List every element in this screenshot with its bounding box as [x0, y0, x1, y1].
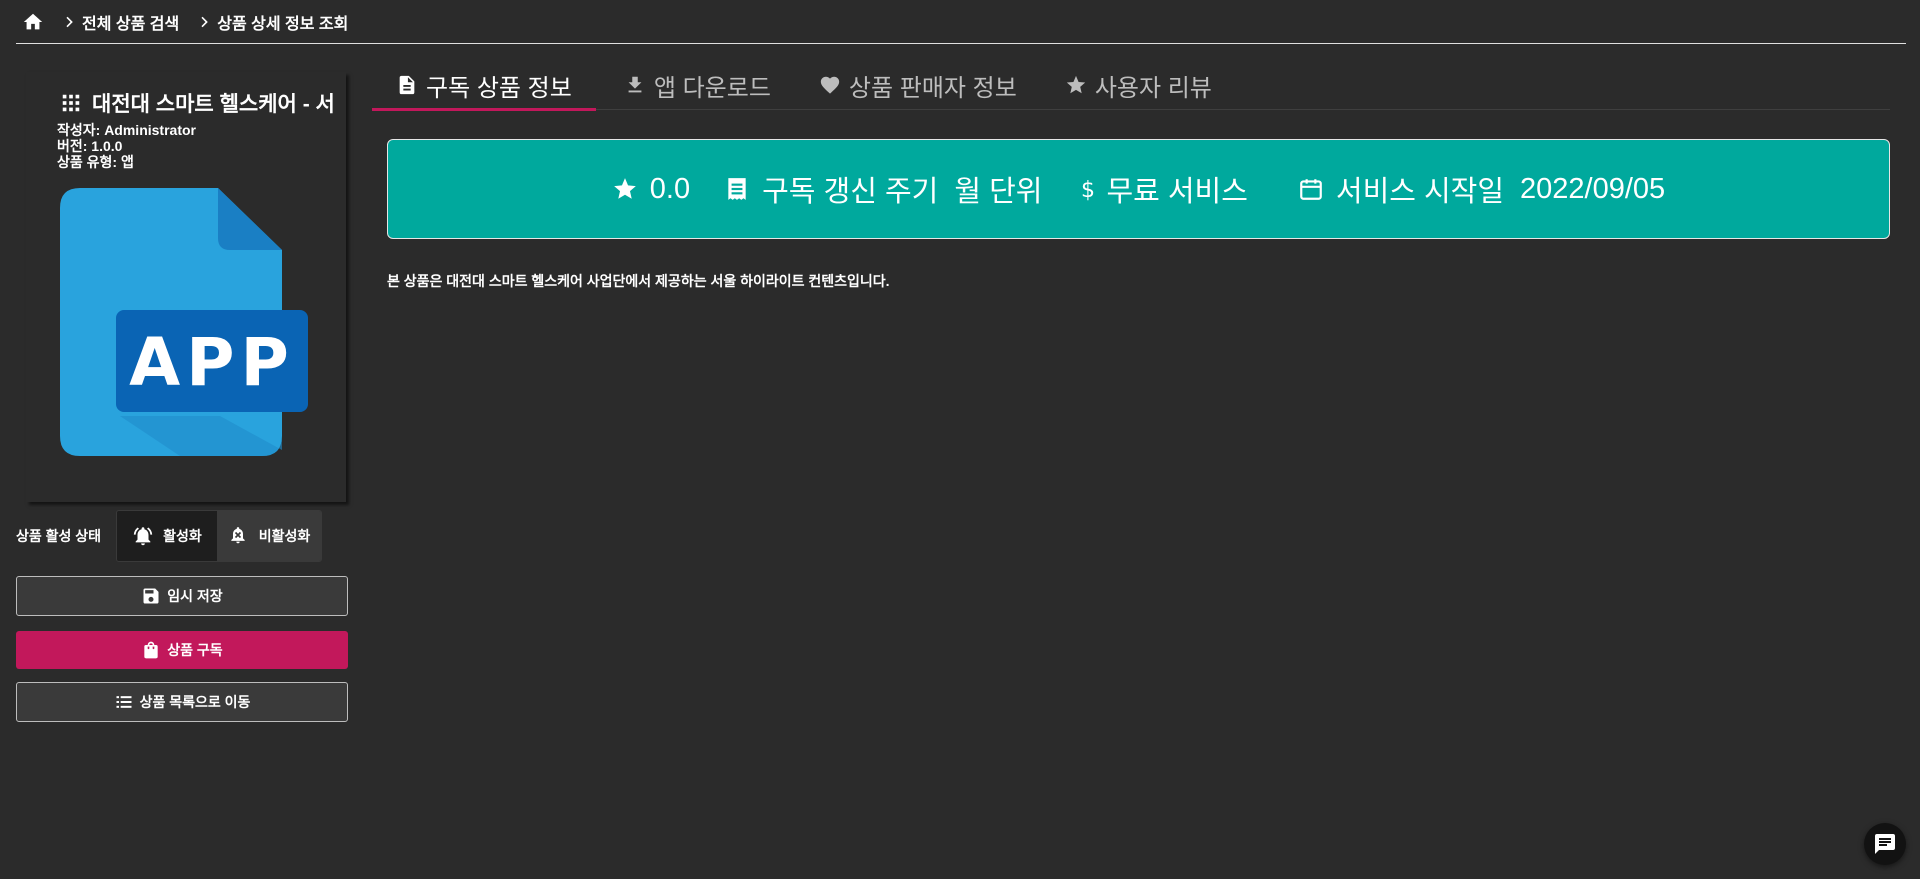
subscription-summary-banner: 0.0 구독 갱신 주기 월 단위 $ 무료 서비스 서비스 시작일 2022/…	[387, 139, 1890, 239]
download-icon	[624, 74, 646, 96]
start-date-label: 서비스 시작일	[1335, 176, 1505, 208]
app-illustration-text: APP	[129, 324, 295, 401]
bell-ringing-icon	[132, 525, 154, 547]
product-title-row: 대전대 스마트 헬스케어 - 서	[60, 88, 340, 118]
rating-summary: 0.0	[612, 173, 690, 206]
product-tabs: 구독 상품 정보 앱 다운로드 상품 판매자 정보 사용자 리뷰	[372, 60, 1890, 111]
tab-seller-info[interactable]: 상품 판매자 정보	[795, 60, 1041, 110]
app-file-illustration: APP	[60, 188, 336, 470]
status-label: 상품 활성 상태	[16, 528, 102, 544]
document-icon	[396, 74, 418, 96]
chat-icon	[1873, 832, 1897, 856]
subscribe-button[interactable]: 상품 구독	[16, 631, 348, 669]
breadcrumb: 전체 상품 검색 상품 상세 정보 조회	[16, 0, 1906, 44]
tab-user-reviews-label: 사용자 리뷰	[1094, 74, 1212, 102]
rating-value: 0.0	[649, 172, 691, 205]
product-card: 대전대 스마트 헬스케어 - 서 작성자: Administrator 버전: …	[26, 72, 346, 502]
renewal-summary: 구독 갱신 주기 월 단위	[724, 168, 1042, 210]
go-to-list-button[interactable]: 상품 목록으로 이동	[16, 682, 348, 722]
go-to-list-label: 상품 목록으로 이동	[139, 694, 251, 710]
start-date-summary: 서비스 시작일 2022/09/05	[1298, 168, 1665, 210]
deactivate-toggle[interactable]: 비활성화	[217, 511, 321, 561]
tab-app-download-label: 앱 다운로드	[653, 74, 771, 102]
deactivate-label: 비활성화	[258, 528, 311, 544]
temp-save-label: 임시 저장	[167, 588, 223, 604]
calendar-icon	[1298, 176, 1324, 202]
home-icon[interactable]	[16, 5, 50, 39]
shopping-bag-icon	[141, 640, 161, 660]
breadcrumb-item-search[interactable]: 전체 상품 검색	[82, 10, 179, 34]
save-icon	[141, 586, 161, 606]
price-summary: $ 무료 서비스	[1078, 168, 1247, 210]
status-toggle-group: 활성화 비활성화	[116, 510, 322, 562]
subscribe-label: 상품 구독	[167, 642, 223, 658]
product-description: 본 상품은 대전대 스마트 헬스케어 사업단에서 제공하는 서울 하이라이트 컨…	[387, 273, 890, 289]
heart-icon	[819, 74, 841, 96]
chevron-right-icon	[58, 11, 80, 33]
price-label: 무료 서비스	[1106, 176, 1248, 208]
activate-label: 활성화	[163, 528, 202, 544]
dollar-icon: $	[1078, 176, 1098, 202]
breadcrumb-item-detail[interactable]: 상품 상세 정보 조회	[217, 10, 348, 34]
list-icon	[114, 692, 134, 712]
tab-app-download[interactable]: 앱 다운로드	[596, 60, 795, 110]
product-status-row: 상품 활성 상태 활성화 비활성화	[16, 510, 322, 562]
renewal-value: 월 단위	[954, 176, 1043, 208]
product-type: 상품 유형: 앱	[57, 154, 134, 170]
svg-text:$: $	[1081, 178, 1095, 202]
renewal-label: 구독 갱신 주기	[762, 176, 939, 208]
star-icon	[612, 176, 638, 202]
star-icon	[1065, 74, 1087, 96]
tab-seller-info-label: 상품 판매자 정보	[848, 74, 1017, 102]
bell-off-icon	[228, 525, 250, 547]
start-date-value: 2022/09/05	[1520, 172, 1666, 205]
temp-save-button[interactable]: 임시 저장	[16, 576, 348, 616]
receipt-icon	[724, 176, 750, 202]
tab-subscription-info[interactable]: 구독 상품 정보	[372, 60, 596, 111]
tab-user-reviews[interactable]: 사용자 리뷰	[1041, 60, 1236, 110]
activate-toggle[interactable]: 활성화	[117, 511, 217, 561]
apps-grid-icon	[60, 92, 82, 114]
chat-button[interactable]	[1864, 823, 1906, 865]
tab-subscription-info-label: 구독 상품 정보	[426, 74, 572, 102]
product-title: 대전대 스마트 헬스케어 - 서	[92, 93, 335, 116]
chevron-right-icon	[193, 11, 215, 33]
